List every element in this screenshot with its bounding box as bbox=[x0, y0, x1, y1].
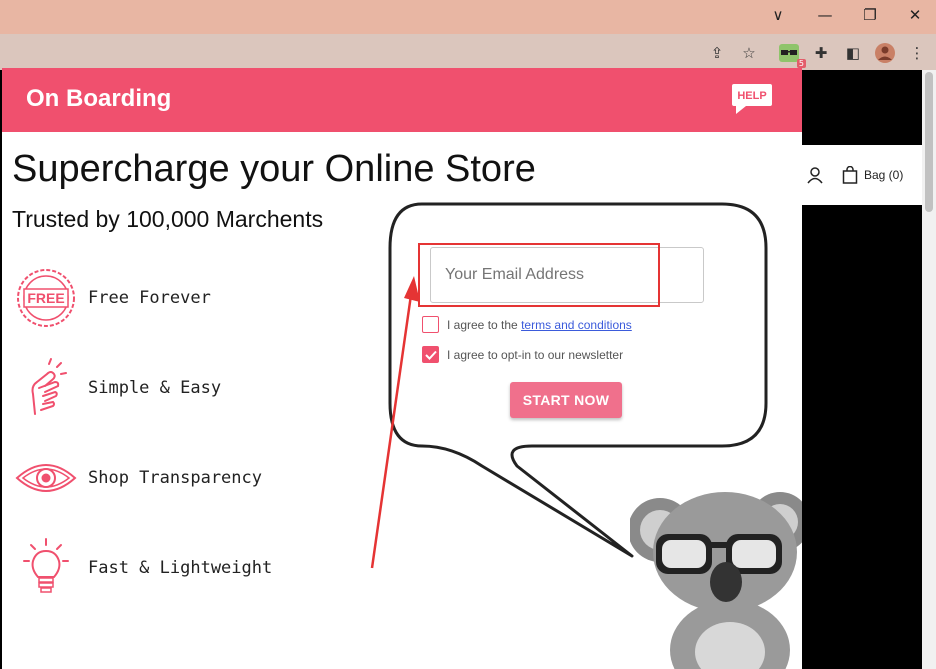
snap-fingers-icon bbox=[31, 358, 67, 415]
browser-menu-icon[interactable]: ⋮ bbox=[904, 40, 930, 66]
eye-icon bbox=[15, 464, 77, 492]
feature-label: Free Forever bbox=[88, 288, 211, 308]
feature-shop-transparency: Shop Transparency bbox=[14, 446, 262, 510]
feature-label: Shop Transparency bbox=[88, 468, 262, 488]
restore-icon[interactable]: ❐ bbox=[857, 4, 883, 26]
share-icon[interactable]: ⇪ bbox=[704, 40, 730, 66]
free-badge-text: FREE bbox=[27, 290, 64, 306]
browser-title-bar bbox=[0, 0, 936, 34]
lightbulb-icon bbox=[23, 538, 69, 593]
help-icon[interactable]: HELP bbox=[730, 82, 774, 116]
profile-avatar-icon[interactable] bbox=[872, 40, 898, 66]
newsletter-checkbox-row: I agree to opt-in to our newsletter bbox=[422, 346, 623, 363]
koala-mascot-icon bbox=[630, 492, 802, 669]
page-subheadline: Trusted by 100,000 Marchents bbox=[12, 206, 324, 232]
bookmark-star-icon[interactable]: ☆ bbox=[736, 40, 762, 66]
newsletter-label: I agree to opt-in to our newsletter bbox=[447, 347, 624, 362]
feature-free-forever: FREE Free Forever bbox=[14, 266, 211, 330]
extension-badge: 5 bbox=[796, 59, 806, 68]
scrollbar-thumb[interactable] bbox=[925, 72, 933, 212]
terms-label: I agree to the terms and conditions bbox=[447, 317, 632, 332]
side-panel-icon[interactable]: ◧ bbox=[840, 40, 866, 66]
free-badge-icon: FREE bbox=[17, 269, 75, 327]
bag-icon bbox=[842, 166, 858, 184]
help-label: HELP bbox=[737, 90, 766, 102]
newsletter-checkbox[interactable] bbox=[422, 346, 439, 363]
feature-label: Fast & Lightweight bbox=[88, 558, 273, 578]
feature-simple-easy: Simple & Easy bbox=[14, 356, 221, 420]
start-now-button[interactable]: START NOW bbox=[510, 382, 622, 418]
extensions-puzzle-icon[interactable]: ✚ bbox=[808, 40, 834, 66]
terms-checkbox-row: I agree to the terms and conditions bbox=[422, 316, 632, 333]
bag-label: Bag (0) bbox=[864, 168, 904, 182]
feature-label: Simple & Easy bbox=[88, 378, 222, 398]
minimize-icon[interactable]: — bbox=[812, 4, 838, 26]
terms-checkbox[interactable] bbox=[422, 316, 439, 333]
onboarding-modal: On Boarding HELP Supercharge your Online… bbox=[2, 68, 802, 669]
checkmark-icon bbox=[424, 350, 437, 360]
close-icon[interactable]: ✕ bbox=[902, 4, 928, 26]
modal-header: On Boarding HELP bbox=[2, 68, 802, 132]
feature-fast-lightweight: Fast & Lightweight bbox=[14, 536, 272, 600]
terms-link[interactable]: terms and conditions bbox=[521, 318, 632, 332]
account-icon[interactable] bbox=[806, 166, 824, 189]
email-input[interactable] bbox=[430, 247, 704, 303]
tab-search-icon[interactable]: ∨ bbox=[765, 4, 791, 26]
bag-link[interactable]: Bag (0) bbox=[842, 166, 903, 184]
modal-title: On Boarding bbox=[26, 85, 172, 112]
extension-glasses-icon[interactable]: 5 bbox=[776, 40, 806, 68]
page-headline: Supercharge your Online Store bbox=[12, 148, 536, 190]
